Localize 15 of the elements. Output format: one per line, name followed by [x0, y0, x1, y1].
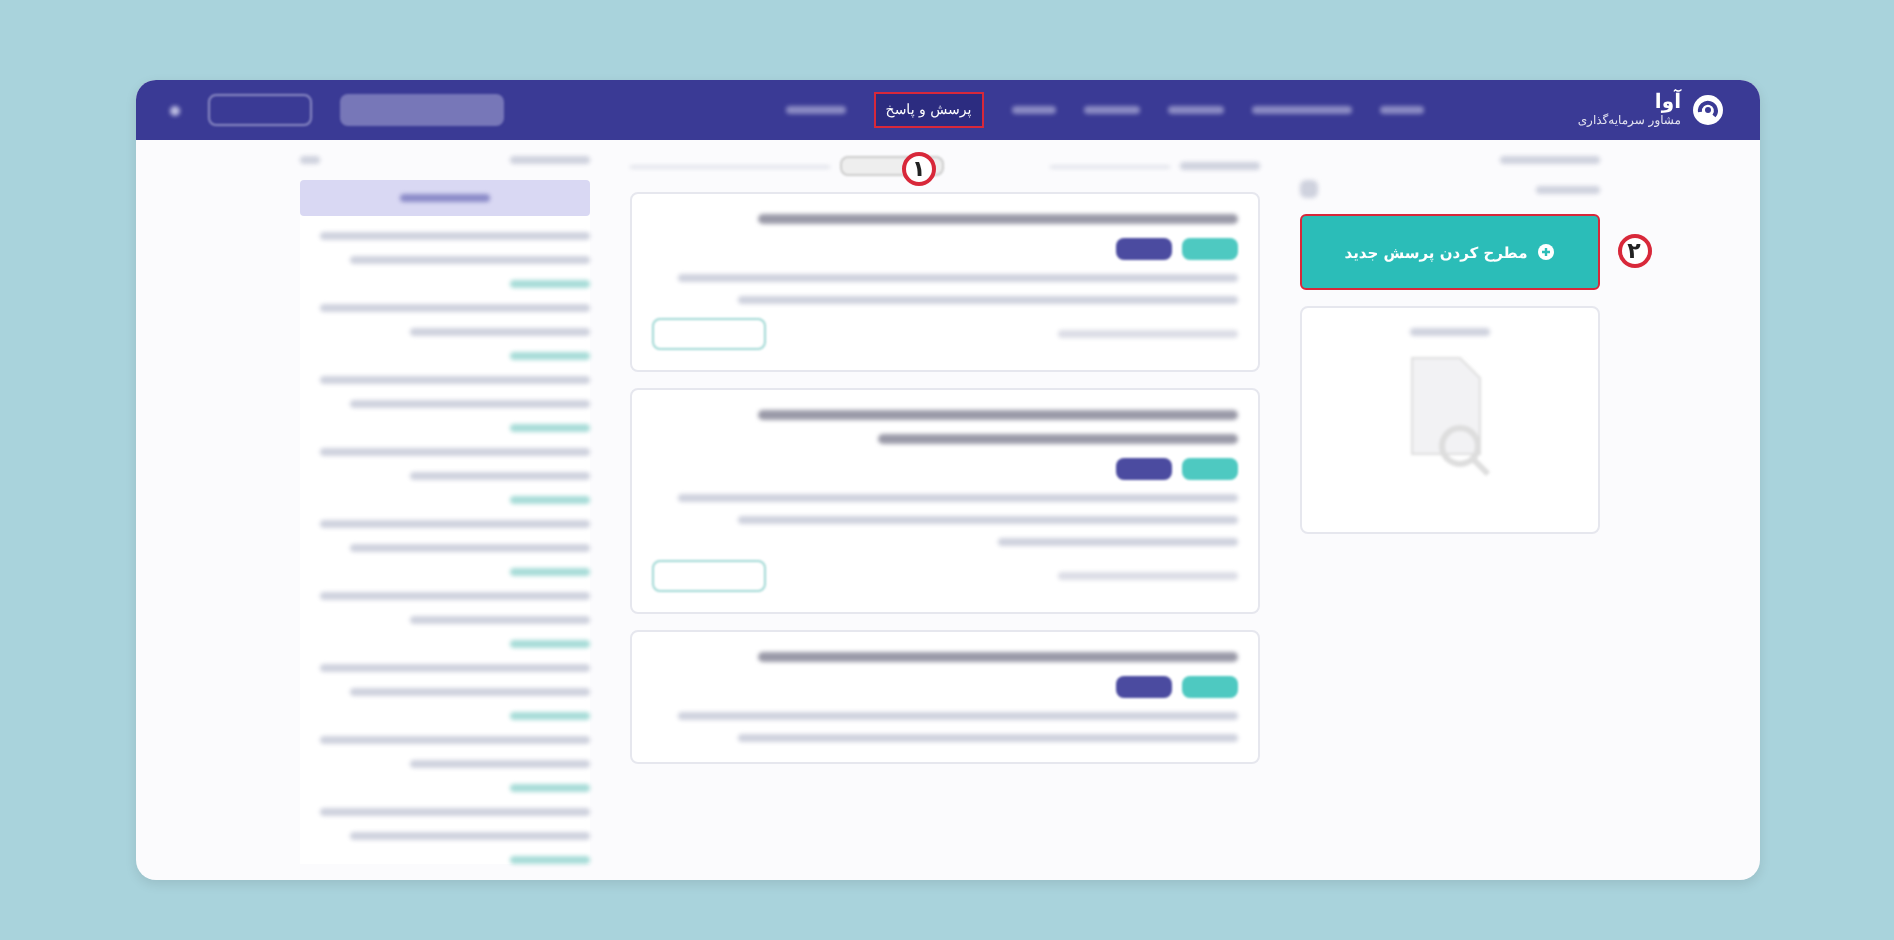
category-tag	[1115, 458, 1171, 480]
more-button[interactable]	[651, 560, 765, 592]
more-button[interactable]	[651, 318, 765, 350]
brand-name: آوا	[1654, 93, 1681, 113]
plus-circle-icon	[1537, 244, 1554, 260]
annotation-marker: ۲	[1617, 234, 1651, 268]
category-tag	[1115, 676, 1171, 698]
category-tag	[1181, 676, 1237, 698]
search-field[interactable]	[340, 94, 505, 126]
annotation-marker: ۱	[901, 152, 936, 186]
category-tag	[1181, 238, 1237, 260]
category-tag	[1115, 238, 1171, 260]
logo-icon	[1691, 94, 1723, 126]
login-button[interactable]	[208, 94, 313, 126]
category-tag	[1181, 458, 1237, 480]
